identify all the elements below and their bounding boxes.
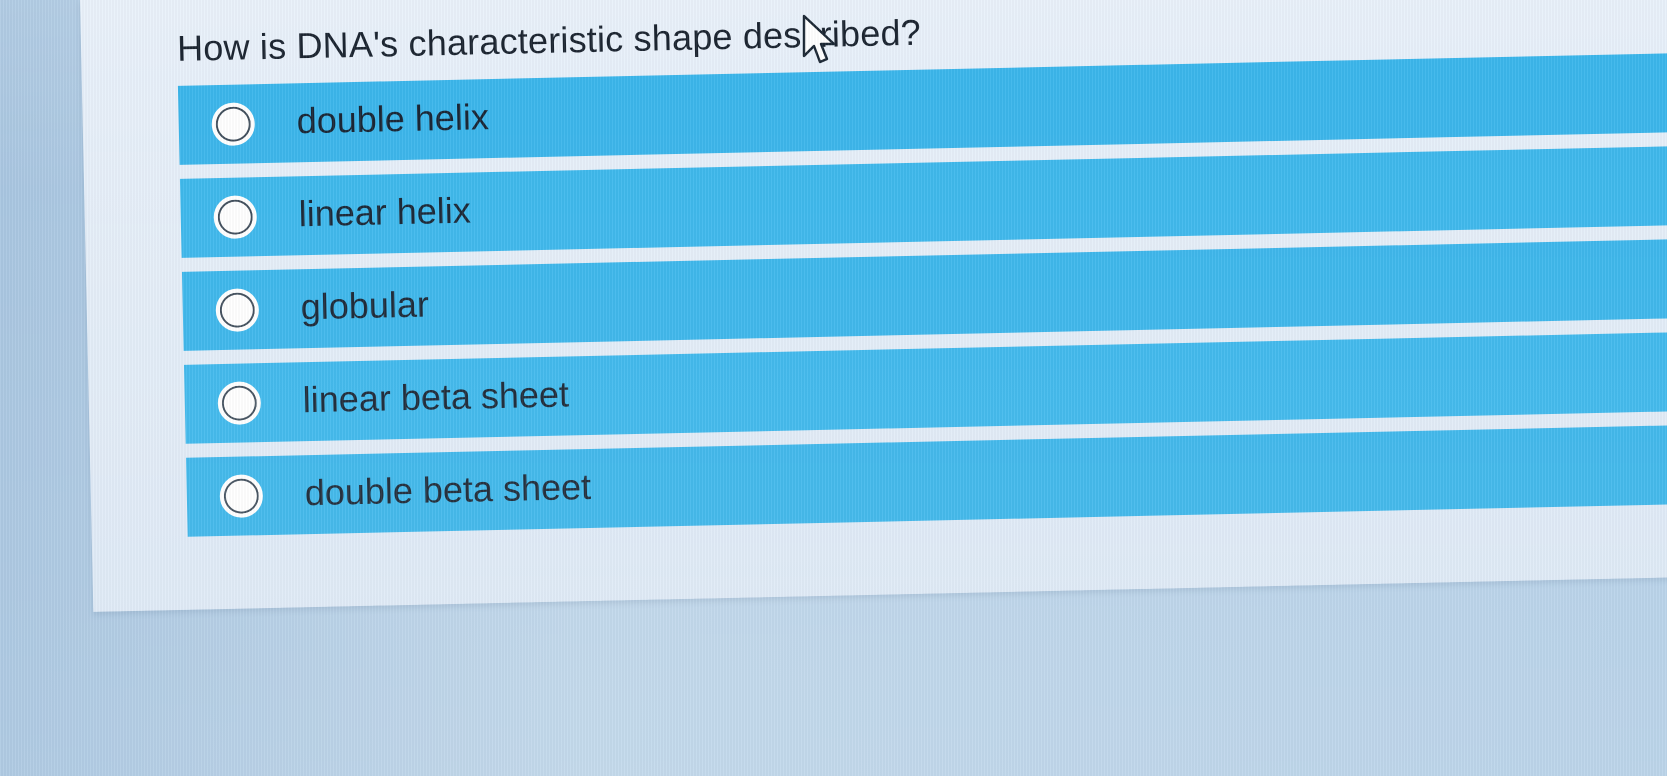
option-label: double helix: [296, 96, 490, 142]
option-label: linear beta sheet: [302, 373, 570, 421]
answer-option-linear-beta-sheet[interactable]: linear beta sheet: [183, 331, 1667, 444]
radio-button-icon[interactable]: [219, 474, 264, 519]
answer-option-globular[interactable]: globular: [181, 238, 1667, 351]
quiz-screen: How is DNA's characteristic shape descri…: [0, 0, 1667, 776]
answer-options-list: double helix linear helix globular linea…: [177, 52, 1667, 550]
radio-button-icon[interactable]: [213, 195, 258, 240]
option-label: linear helix: [298, 189, 472, 235]
answer-option-double-helix[interactable]: double helix: [177, 52, 1667, 165]
radio-button-icon[interactable]: [211, 102, 256, 147]
question-card: How is DNA's characteristic shape descri…: [80, 0, 1667, 612]
question-text: How is DNA's characteristic shape descri…: [176, 11, 922, 69]
option-label: globular: [300, 283, 430, 328]
radio-button-icon[interactable]: [215, 288, 260, 333]
option-label: double beta sheet: [304, 465, 592, 514]
answer-option-double-beta-sheet[interactable]: double beta sheet: [186, 424, 1667, 537]
answer-option-linear-helix[interactable]: linear helix: [179, 145, 1667, 258]
radio-button-icon[interactable]: [217, 381, 262, 426]
